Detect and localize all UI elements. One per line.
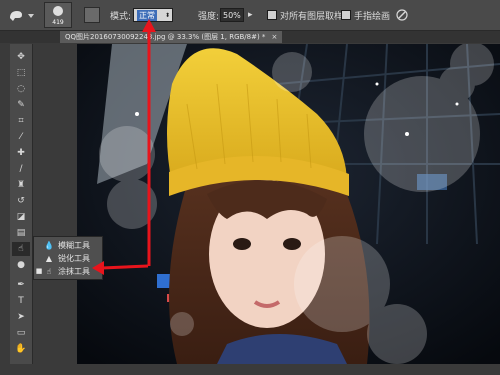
mode-value: 正常 (137, 9, 157, 21)
pen-icon[interactable]: ✒ (12, 278, 30, 292)
close-icon[interactable]: × (271, 33, 277, 41)
mode-label: 模式: (110, 11, 132, 22)
brush-icon[interactable]: ∕ (12, 162, 30, 176)
tool-flyout-menu: 💧 模糊工具 ▲ 锐化工具 ■ ☝ 涂抹工具 (33, 236, 103, 280)
lasso-icon[interactable]: ◌ (12, 82, 30, 96)
crop-icon[interactable]: ⌗ (12, 114, 30, 128)
strength-label: 强度: (198, 11, 220, 22)
finger-painting-label: 手指绘画 (354, 11, 391, 22)
strength-value: 50% (220, 8, 244, 22)
chevron-updown-icon: ⬍ (164, 11, 170, 19)
finger-painting-option[interactable]: 手指绘画 (341, 0, 390, 30)
brush-size-value: 419 (52, 19, 64, 26)
quick-select-icon[interactable]: ✎ (12, 98, 30, 112)
tools-panel: ✥ ⬚ ◌ ✎ ⌗ ⁄ ✚ ∕ ♜ ↺ ◪ ▤ ☝ ● ✒ T ➤ ▭ ✋ (10, 44, 33, 364)
document-tab[interactable]: QQ图片20160730092243.jpg @ 33.3% (图层 1, RG… (60, 31, 283, 43)
clone-stamp-icon[interactable]: ♜ (12, 178, 30, 192)
selected-mark-icon: ■ (35, 267, 43, 275)
brush-size-picker[interactable]: 419 (44, 0, 74, 30)
pen-pressure-icon (396, 9, 408, 21)
brush-tip-icon (53, 6, 63, 16)
blur-icon: 💧 (44, 240, 54, 250)
dodge-icon[interactable]: ● (12, 258, 30, 272)
marquee-icon[interactable]: ⬚ (12, 66, 30, 80)
gradient-icon[interactable]: ▤ (12, 226, 30, 240)
path-select-icon[interactable]: ➤ (12, 310, 30, 324)
sample-all-layers-option[interactable]: 对所有图层取样 (267, 0, 343, 30)
hand-icon[interactable]: ✋ (12, 342, 30, 356)
flyout-item-label: 模糊工具 (58, 240, 90, 250)
options-bar: 419 模式: 正常 ⬍ 强度: 50% ▸ 对所有图层取样 手指绘画 (0, 0, 500, 31)
strength-slider-toggle[interactable]: ▸ (248, 0, 258, 30)
document-tab-title: QQ图片20160730092243.jpg @ 33.3% (图层 1, RG… (65, 33, 266, 41)
eyedropper-icon[interactable]: ⁄ (12, 130, 30, 144)
smudge-finger-icon (10, 11, 34, 21)
photoshop-window: 419 模式: 正常 ⬍ 强度: 50% ▸ 对所有图层取样 手指绘画 QQ图片… (0, 0, 500, 375)
shape-icon[interactable]: ▭ (12, 326, 30, 340)
type-icon[interactable]: T (12, 294, 30, 308)
smudge-icon[interactable]: ☝ (12, 242, 30, 256)
chevron-right-icon: ▸ (248, 10, 253, 20)
finger-painting-checkbox[interactable] (341, 10, 351, 20)
brush-panel-icon (84, 7, 100, 23)
healing-brush-icon[interactable]: ✚ (12, 146, 30, 160)
brush-panel-toggle[interactable] (84, 0, 102, 30)
tool-preset-picker[interactable] (6, 0, 40, 30)
sample-all-layers-checkbox[interactable] (267, 10, 277, 20)
photo (77, 44, 500, 364)
eraser-icon[interactable]: ◪ (12, 210, 30, 224)
flyout-item-blur[interactable]: 💧 模糊工具 (34, 238, 102, 252)
mode-dropdown[interactable]: 正常 ⬍ (133, 0, 175, 30)
flyout-item-label: 锐化工具 (58, 253, 90, 263)
flyout-item-label: 涂抹工具 (58, 266, 90, 276)
pressure-toggle[interactable] (395, 0, 409, 30)
flyout-item-sharpen[interactable]: ▲ 锐化工具 (34, 251, 102, 265)
strength-input[interactable]: 50% (220, 0, 244, 30)
flyout-item-smudge[interactable]: ■ ☝ 涂抹工具 (34, 264, 102, 278)
move-icon[interactable]: ✥ (12, 50, 30, 64)
document-canvas[interactable] (77, 44, 500, 364)
sample-all-layers-label: 对所有图层取样 (280, 11, 344, 22)
document-tab-bar: QQ图片20160730092243.jpg @ 33.3% (图层 1, RG… (0, 31, 500, 43)
smudge-icon: ☝ (46, 266, 52, 276)
history-brush-icon[interactable]: ↺ (12, 194, 30, 208)
sharpen-icon: ▲ (45, 253, 53, 263)
